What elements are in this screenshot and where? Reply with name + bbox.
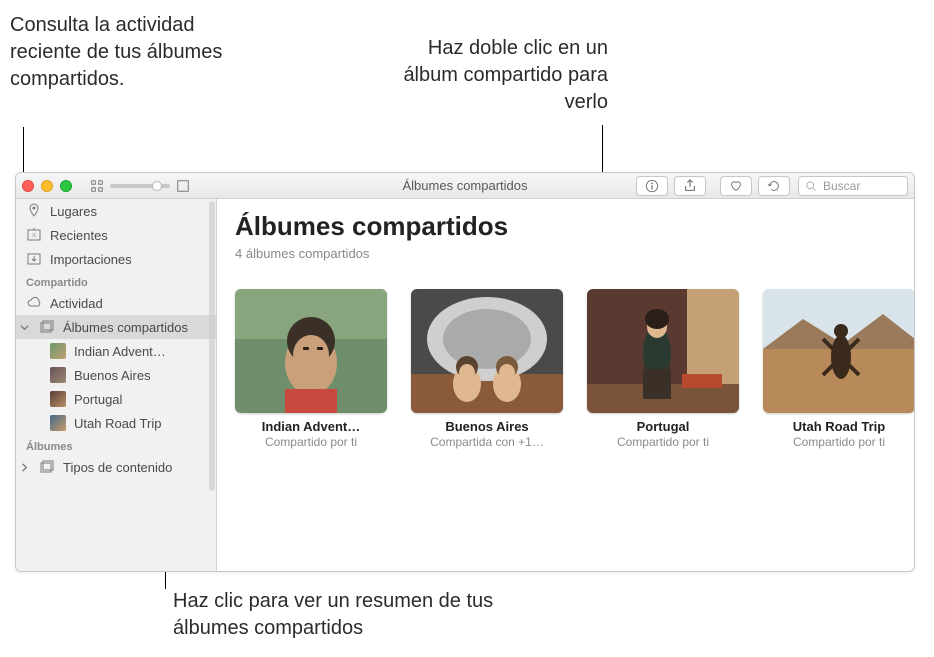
heart-icon [729,179,743,193]
album-thumb-icon [50,415,66,431]
sidebar-item-label: Actividad [50,296,103,311]
sidebar-item-imports[interactable]: Importaciones [16,247,216,271]
app-window: Álbumes compartidos Buscar [15,172,915,572]
info-icon [645,179,659,193]
search-icon [805,180,817,192]
traffic-lights [22,180,72,192]
chevron-down-icon[interactable] [20,323,29,332]
sidebar-item-shared-albums[interactable]: Álbumes compartidos [16,315,216,339]
thumbnail-size-control[interactable] [90,179,190,193]
sidebar-item-label: Álbumes compartidos [63,320,188,335]
share-icon [683,179,697,193]
album-image [411,289,563,413]
sidebar-item-label: Buenos Aires [74,368,151,383]
callout-doubleclick: Haz doble clic en un álbum compartido pa… [368,35,608,116]
sidebar-item-label: Lugares [50,204,97,219]
cloud-icon [26,295,42,311]
album-card[interactable]: Buenos Aires Compartida con +1… [411,289,563,449]
sidebar-item-label: Recientes [50,228,108,243]
album-card[interactable]: Utah Road Trip Compartido por ti [763,289,914,449]
album-subtitle: Compartida con +1… [411,435,563,449]
clock-icon [26,227,42,243]
sidebar-item-activity[interactable]: Actividad [16,291,216,315]
sidebar-shared-album[interactable]: Indian Advent… [16,339,216,363]
grid-small-icon [90,179,104,193]
rotate-icon [767,179,781,193]
album-thumbnail [235,289,387,413]
page-subtitle: 4 álbumes compartidos [235,246,896,261]
sidebar-item-label: Utah Road Trip [74,416,161,431]
rotate-button[interactable] [758,176,790,196]
album-title: Portugal [587,419,739,434]
album-image [587,289,739,413]
info-button[interactable] [636,176,668,196]
window-body: Lugares Recientes Importaciones Comparti… [16,199,914,571]
stack-icon [39,459,55,475]
favorite-button[interactable] [720,176,752,196]
sidebar-item-places[interactable]: Lugares [16,199,216,223]
window-title: Álbumes compartidos [403,178,528,193]
albums-icon [39,319,55,335]
album-thumbnail [411,289,563,413]
sidebar-scrollbar[interactable] [209,201,215,491]
page-title: Álbumes compartidos [235,211,896,242]
size-slider[interactable] [110,184,170,188]
album-subtitle: Compartido por ti [235,435,387,449]
slider-thumb[interactable] [152,181,162,191]
share-button[interactable] [674,176,706,196]
album-subtitle: Compartido por ti [763,435,914,449]
callout-activity: Consulta la actividad reciente de tus ál… [10,12,240,93]
album-image [763,289,914,413]
sidebar-item-label: Importaciones [50,252,132,267]
sidebar-item-recent[interactable]: Recientes [16,223,216,247]
album-thumb-icon [50,367,66,383]
sidebar-item-content-types[interactable]: Tipos de contenido [16,455,216,479]
sidebar-header-albums: Álbumes [16,435,216,455]
sidebar-item-label: Portugal [74,392,122,407]
album-title: Indian Advent… [235,419,387,434]
search-field[interactable]: Buscar [798,176,908,196]
album-thumb-icon [50,391,66,407]
search-placeholder: Buscar [823,179,860,193]
sidebar-shared-album[interactable]: Buenos Aires [16,363,216,387]
callout-summary: Haz clic para ver un resumen de tus álbu… [173,588,513,642]
album-image [235,289,387,413]
album-thumb-icon [50,343,66,359]
pin-icon [26,203,42,219]
grid-large-icon [176,179,190,193]
zoom-button[interactable] [60,180,72,192]
album-card[interactable]: Indian Advent… Compartido por ti [235,289,387,449]
minimize-button[interactable] [41,180,53,192]
main-content: Álbumes compartidos 4 álbumes compartido… [217,199,914,571]
sidebar-item-label: Tipos de contenido [63,460,172,475]
titlebar: Álbumes compartidos Buscar [16,173,914,199]
sidebar-shared-album[interactable]: Portugal [16,387,216,411]
album-card[interactable]: Portugal Compartido por ti [587,289,739,449]
album-title: Buenos Aires [411,419,563,434]
album-grid: Indian Advent… Compartido por ti [235,289,896,449]
album-thumbnail [587,289,739,413]
sidebar: Lugares Recientes Importaciones Comparti… [16,199,217,571]
chevron-right-icon[interactable] [20,463,29,472]
album-subtitle: Compartido por ti [587,435,739,449]
sidebar-shared-album[interactable]: Utah Road Trip [16,411,216,435]
sidebar-item-label: Indian Advent… [74,344,166,359]
album-thumbnail [763,289,914,413]
import-icon [26,251,42,267]
sidebar-header-shared: Compartido [16,271,216,291]
close-button[interactable] [22,180,34,192]
album-title: Utah Road Trip [763,419,914,434]
